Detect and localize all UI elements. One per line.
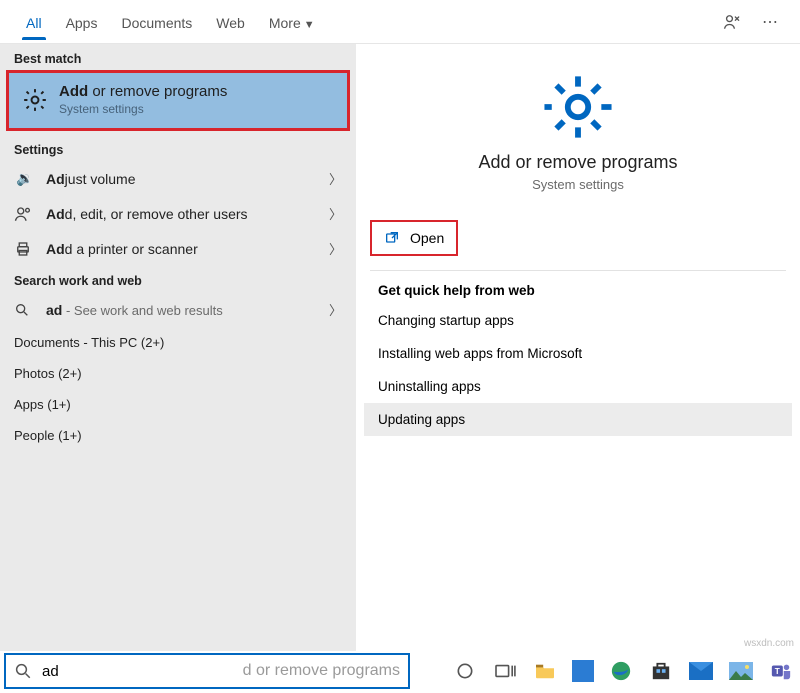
- search-icon: [14, 302, 36, 318]
- volume-icon: 🔉: [14, 170, 36, 187]
- help-section-title: Get quick help from web: [364, 277, 792, 304]
- svg-text:T: T: [775, 667, 780, 676]
- teams-icon[interactable]: T: [768, 658, 794, 684]
- result-web-search[interactable]: ad - See work and web results 〉: [0, 292, 356, 327]
- printer-icon: [14, 240, 36, 258]
- cortana-icon[interactable]: [452, 658, 478, 684]
- feedback-icon[interactable]: [722, 12, 754, 32]
- result-add-users[interactable]: Add, edit, or remove other users 〉: [0, 196, 356, 231]
- preview-title: Add or remove programs: [364, 152, 792, 173]
- search-input[interactable]: [40, 662, 245, 681]
- section-settings: Settings: [0, 135, 356, 161]
- chevron-down-icon: ▼: [304, 19, 315, 31]
- task-view-icon[interactable]: [492, 658, 518, 684]
- user-icon: [14, 205, 36, 223]
- store-icon[interactable]: [648, 658, 674, 684]
- search-icon: [14, 662, 32, 680]
- chevron-right-icon: 〉: [329, 204, 342, 223]
- app-icon[interactable]: [572, 660, 594, 682]
- chevron-right-icon: 〉: [329, 300, 342, 319]
- tab-web[interactable]: Web: [204, 5, 257, 39]
- section-search-web: Search work and web: [0, 266, 356, 292]
- best-match-result[interactable]: Add or remove programs System settings: [6, 70, 350, 131]
- result-photos-count[interactable]: Photos (2+): [0, 358, 356, 389]
- best-match-subtitle: System settings: [59, 102, 227, 116]
- watermark: wsxdn.com: [744, 638, 794, 649]
- open-button[interactable]: Open: [370, 220, 458, 256]
- section-best-match: Best match: [0, 44, 356, 70]
- help-link-uninstall[interactable]: Uninstalling apps: [364, 370, 792, 403]
- more-options-icon[interactable]: ⋯: [754, 12, 786, 32]
- help-link-install[interactable]: Installing web apps from Microsoft: [364, 337, 792, 370]
- search-input-container[interactable]: d or remove programs: [4, 653, 410, 689]
- search-ghost-text: d or remove programs: [243, 662, 400, 680]
- gear-icon: [21, 86, 49, 114]
- photos-icon[interactable]: [728, 658, 754, 684]
- chevron-right-icon: 〉: [329, 169, 342, 188]
- help-link-update[interactable]: Updating apps: [364, 403, 792, 436]
- open-icon: [384, 230, 400, 246]
- results-panel: Best match Add or remove programs System…: [0, 44, 356, 651]
- help-link-startup[interactable]: Changing startup apps: [364, 304, 792, 337]
- tab-apps[interactable]: Apps: [54, 5, 110, 39]
- search-filter-tabs: All Apps Documents Web More▼ ⋯: [0, 0, 800, 44]
- result-apps-count[interactable]: Apps (1+): [0, 389, 356, 420]
- result-adjust-volume[interactable]: 🔉 Adjust volume 〉: [0, 161, 356, 196]
- gear-icon: [364, 72, 792, 142]
- file-explorer-icon[interactable]: [532, 658, 558, 684]
- preview-panel: Add or remove programs System settings O…: [356, 44, 800, 651]
- taskbar: T: [452, 653, 794, 689]
- tab-more[interactable]: More▼: [257, 5, 327, 39]
- edge-icon[interactable]: [608, 658, 634, 684]
- result-documents-count[interactable]: Documents - This PC (2+): [0, 327, 356, 358]
- open-label: Open: [410, 230, 444, 246]
- chevron-right-icon: 〉: [329, 239, 342, 258]
- result-add-printer[interactable]: Add a printer or scanner 〉: [0, 231, 356, 266]
- mail-icon[interactable]: [688, 658, 714, 684]
- tab-all[interactable]: All: [14, 5, 54, 39]
- preview-subtitle: System settings: [364, 177, 792, 192]
- result-people-count[interactable]: People (1+): [0, 420, 356, 451]
- best-match-title: Add or remove programs: [59, 83, 227, 100]
- tab-documents[interactable]: Documents: [109, 5, 204, 39]
